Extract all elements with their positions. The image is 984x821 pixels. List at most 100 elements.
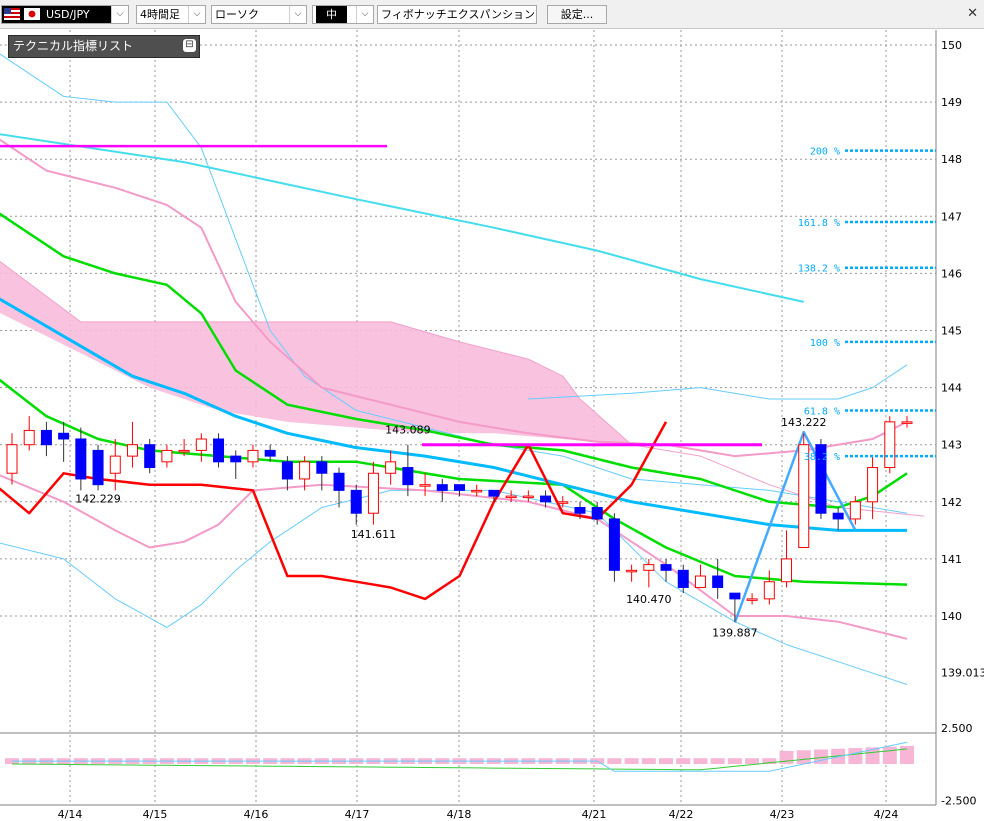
settings-label: 設定... bbox=[560, 8, 594, 21]
price-tick-label: 141 bbox=[941, 553, 962, 566]
candle-up bbox=[6, 444, 18, 474]
candle-up bbox=[849, 501, 861, 520]
osc-bar bbox=[693, 758, 708, 764]
price-tick-label: 149 bbox=[941, 96, 962, 109]
candle-up bbox=[505, 495, 517, 499]
candle-down bbox=[677, 569, 689, 588]
cloud-area bbox=[0, 261, 925, 517]
price-annotation: 139.887 bbox=[712, 626, 758, 639]
osc-bar bbox=[900, 745, 914, 764]
price-tick-label: 144 bbox=[941, 382, 962, 395]
candle-down bbox=[75, 438, 87, 480]
currency-pair-select[interactable]: USD/JPY ⌵ bbox=[1, 5, 129, 24]
candle-down bbox=[540, 495, 552, 503]
price-tick-label: 140 bbox=[941, 610, 962, 623]
candle-down bbox=[92, 449, 104, 486]
candle-up bbox=[419, 484, 431, 487]
osc-bar bbox=[710, 758, 725, 764]
price-tick-label: 139.013 bbox=[941, 666, 984, 679]
candle-down bbox=[832, 512, 844, 520]
fib-level-label: 138.2 % bbox=[798, 264, 840, 275]
candle-down bbox=[350, 489, 362, 514]
date-label: 4/22 bbox=[669, 808, 694, 821]
candle-down bbox=[608, 518, 620, 571]
osc-bar bbox=[641, 758, 656, 764]
date-label: 4/18 bbox=[447, 808, 472, 821]
candle-up bbox=[161, 449, 173, 463]
candle-down bbox=[402, 467, 414, 486]
candle-up bbox=[109, 455, 121, 474]
currency-pair-label: USD/JPY bbox=[46, 8, 90, 21]
chart-toolbar: USD/JPY ⌵ 4時間足 ⌵ ローソク ⌵ 中 ⌵ フィボナッチエクスパンシ… bbox=[0, 0, 984, 29]
ichimoku-cloud bbox=[0, 260, 925, 517]
chart-type-select[interactable]: ローソク ⌵ bbox=[211, 5, 307, 24]
fib-level-label: 200 % bbox=[810, 147, 840, 158]
timeframe-select[interactable]: 4時間足 ⌵ bbox=[136, 5, 206, 24]
candle-up bbox=[557, 501, 569, 504]
fib-level-label: 161.8 % bbox=[798, 218, 840, 229]
technical-indicator-title: テクニカル指標リスト bbox=[13, 39, 134, 53]
candle-down bbox=[488, 489, 500, 497]
us-flag-icon bbox=[4, 8, 20, 20]
bollinger-lower bbox=[0, 474, 908, 640]
osc-bar bbox=[727, 758, 742, 764]
candle-up bbox=[367, 472, 379, 514]
candle-down bbox=[729, 592, 741, 600]
candle-down bbox=[454, 484, 465, 491]
candle-up bbox=[626, 569, 638, 573]
osc-bar bbox=[659, 758, 674, 764]
line-width-select[interactable]: 中 ⌵ bbox=[312, 5, 374, 24]
chart-type-label: ローソク bbox=[215, 8, 259, 21]
date-axis: 4/14 4/15 4/16 4/17 4/18 4/21 4/22 4/23 4/24 bbox=[58, 808, 899, 821]
close-icon[interactable]: ✕ bbox=[967, 6, 978, 21]
price-annotation: 140.470 bbox=[626, 593, 672, 606]
fib-level-label: 38.2 % bbox=[804, 452, 840, 463]
drawing-tool-label: フィボナッチエクスパンション bbox=[381, 8, 535, 21]
price-tick-label: 150 bbox=[941, 39, 962, 52]
candle-up bbox=[694, 575, 706, 588]
osc-bar bbox=[745, 758, 760, 764]
candle-up bbox=[781, 558, 793, 583]
price-tick-label: 147 bbox=[941, 210, 962, 223]
price-chart[interactable]: 200 %161.8 %138.2 %100 %61.8 %38.2 % 142… bbox=[0, 0, 984, 821]
candle-up bbox=[299, 461, 311, 480]
candle-down bbox=[316, 461, 328, 474]
price-annotation: 143.222 bbox=[781, 416, 827, 429]
price-annotation: 142.229 bbox=[75, 493, 121, 506]
date-label: 4/21 bbox=[582, 808, 607, 821]
candle-up bbox=[901, 421, 913, 424]
candle-up bbox=[385, 461, 397, 474]
price-annotation: 143.089 bbox=[385, 424, 431, 437]
date-label: 4/16 bbox=[244, 808, 269, 821]
osc-bar bbox=[676, 758, 691, 764]
jp-flag-icon bbox=[24, 8, 40, 20]
technical-indicator-panel[interactable]: テクニカル指標リスト ⊟ bbox=[8, 35, 200, 58]
settings-button[interactable]: 設定... bbox=[547, 5, 607, 24]
osc-bar bbox=[624, 758, 639, 764]
osc-bar bbox=[796, 750, 811, 764]
osc-tick-label: -2.500 bbox=[941, 794, 976, 807]
candle-down bbox=[144, 444, 156, 469]
osc-bar bbox=[607, 758, 622, 764]
price-annotation: 141.611 bbox=[351, 528, 397, 541]
osc-bar bbox=[848, 748, 863, 764]
fib-level-label: 100 % bbox=[810, 338, 840, 349]
collapse-icon[interactable]: ⊟ bbox=[183, 39, 196, 52]
candle-up bbox=[522, 495, 534, 499]
candle-up bbox=[247, 449, 259, 463]
candle-down bbox=[40, 429, 52, 446]
candle-up bbox=[23, 429, 35, 446]
candle-down bbox=[213, 438, 225, 463]
candle-down bbox=[660, 564, 672, 571]
candle-down bbox=[58, 432, 70, 440]
date-label: 4/24 bbox=[874, 808, 899, 821]
line-width-label: 中 bbox=[316, 6, 347, 23]
drawing-tool-field[interactable]: フィボナッチエクスパンション bbox=[377, 5, 537, 24]
candle-up bbox=[867, 467, 879, 503]
price-tick-label: 142 bbox=[941, 496, 962, 509]
candle-up bbox=[471, 489, 483, 493]
date-label: 4/15 bbox=[143, 808, 168, 821]
chevron-down-icon: ⌵ bbox=[111, 6, 128, 23]
candle-up bbox=[195, 438, 207, 451]
price-tick-label: 143 bbox=[941, 439, 962, 452]
